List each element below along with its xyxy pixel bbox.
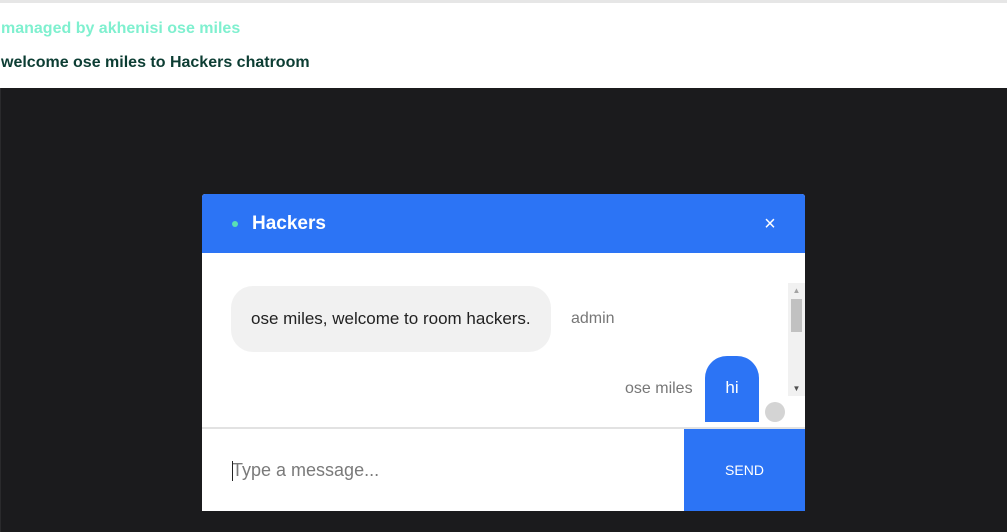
message-bubble-received: ose miles, welcome to room hackers. [231,286,551,352]
message-sender: admin [571,310,615,327]
message-scrollbar[interactable]: ▲ ▼ [788,283,805,396]
message-composer: SEND [202,429,805,511]
chat-window: Hackers × ose miles, welcome to room hac… [202,194,805,511]
page-edge-divider [0,88,1,532]
message-input[interactable] [232,453,672,487]
scroll-down-arrow-icon[interactable]: ▼ [788,381,805,396]
message-sender: ose miles [625,380,693,397]
typing-indicator [765,402,785,422]
send-button[interactable]: SEND [684,429,805,511]
message-bubble-sent: hi [705,356,759,422]
close-icon[interactable]: × [760,212,780,236]
managed-by-text: managed by akhenisi ose miles [1,20,241,37]
room-title: Hackers [252,213,326,234]
scroll-up-arrow-icon[interactable]: ▲ [788,283,805,298]
online-dot-icon [232,221,238,227]
scrollbar-thumb[interactable] [791,299,802,332]
text-caret [232,461,233,481]
welcome-message: welcome ose miles to Hackers chatroom [1,54,310,71]
message-list[interactable]: ose miles, welcome to room hackers. admi… [202,253,805,427]
chat-header: Hackers × [202,194,805,253]
top-banner: managed by akhenisi ose miles welcome os… [0,0,1007,88]
